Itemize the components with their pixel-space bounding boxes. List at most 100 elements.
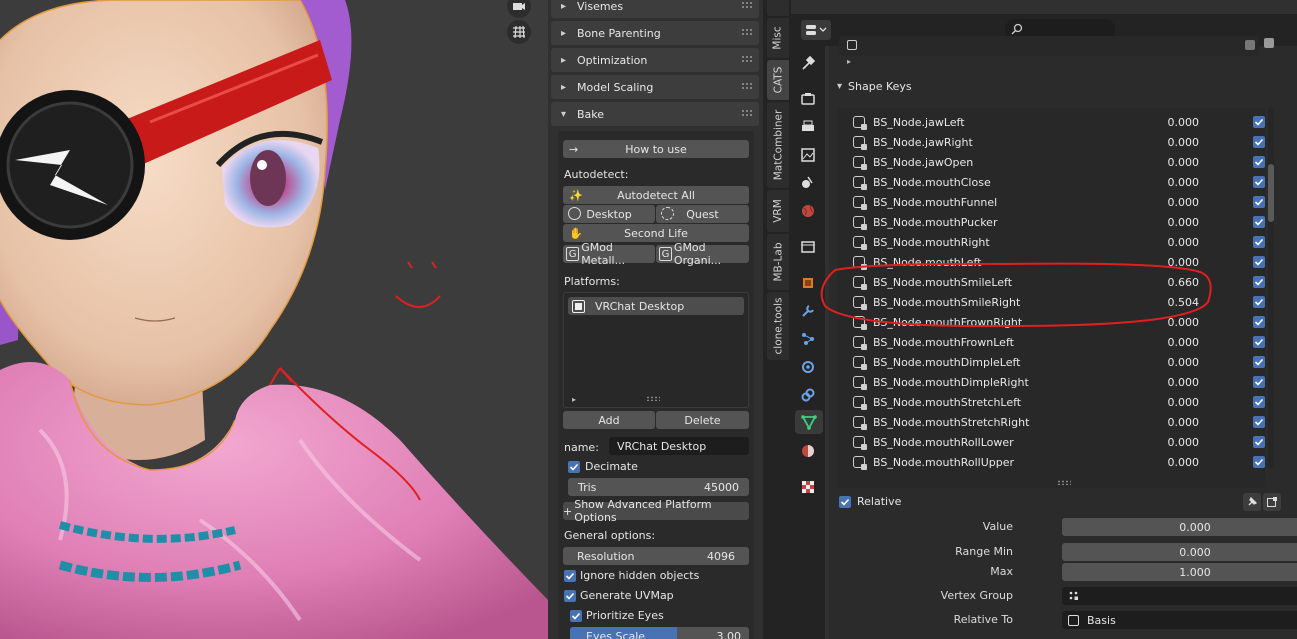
scene-tab[interactable] bbox=[799, 174, 817, 192]
tab-cats[interactable]: CATS bbox=[767, 60, 789, 100]
view-layer-tab[interactable] bbox=[799, 146, 817, 164]
shape-key-value[interactable]: 0.000 bbox=[1151, 136, 1200, 149]
shape-key-value[interactable]: 0.000 bbox=[1151, 456, 1200, 469]
tab-mb-lab[interactable]: MB-Lab bbox=[767, 234, 789, 290]
shape-key-mute-checkbox[interactable] bbox=[1253, 436, 1265, 448]
expand-arrow-icon[interactable]: ▸ bbox=[572, 395, 576, 404]
shape-key-mute-checkbox[interactable] bbox=[1253, 396, 1265, 408]
shape-key-mute-checkbox[interactable] bbox=[1253, 156, 1265, 168]
shape-key-row[interactable]: BS_Node.mouthFunnel 0.000 bbox=[853, 192, 1267, 212]
texture-tab[interactable] bbox=[799, 478, 817, 496]
shape-key-value[interactable]: 0.000 bbox=[1151, 376, 1200, 389]
shape-key-value[interactable]: 0.000 bbox=[1151, 216, 1200, 229]
shape-key-row[interactable]: BS_Node.jawOpen 0.000 bbox=[853, 152, 1267, 172]
shape-key-mute-checkbox[interactable] bbox=[1253, 216, 1265, 228]
relative-checkbox[interactable] bbox=[839, 496, 851, 508]
shape-key-value[interactable]: 0.000 bbox=[1151, 436, 1200, 449]
shape-key-row[interactable]: BS_Node.mouthSmileLeft 0.660 bbox=[853, 272, 1267, 292]
edit-mode-shape-button[interactable] bbox=[1263, 493, 1281, 511]
shape-key-mute-checkbox[interactable] bbox=[1253, 316, 1265, 328]
shape-key-mute-checkbox[interactable] bbox=[1253, 336, 1265, 348]
shape-key-row[interactable]: BS_Node.mouthDimpleLeft 0.000 bbox=[853, 352, 1267, 372]
drag-handle-icon[interactable] bbox=[741, 1, 753, 9]
shape-key-row[interactable]: BS_Node.mouthRight 0.000 bbox=[853, 232, 1267, 252]
section-bone-parenting[interactable]: ▸ Bone Parenting bbox=[551, 21, 759, 45]
gmod-organic-button[interactable]: G GMod Organi... bbox=[656, 241, 749, 267]
shape-key-value[interactable]: 0.000 bbox=[1151, 356, 1200, 369]
tab-matcombiner[interactable]: MatCombiner bbox=[767, 102, 789, 188]
3d-viewport[interactable] bbox=[0, 0, 548, 639]
shape-key-row[interactable]: BS_Node.mouthLeft 0.000 bbox=[853, 252, 1267, 272]
shape-key-row[interactable]: BS_Node.mouthFrownRight 0.000 bbox=[853, 312, 1267, 332]
section-bake[interactable]: ▾ Bake bbox=[551, 102, 759, 126]
tab-misc[interactable]: Misc bbox=[767, 18, 789, 58]
platform-item[interactable]: VRChat Desktop bbox=[568, 297, 744, 315]
quest-button[interactable]: Quest bbox=[656, 205, 749, 223]
shape-key-mute-checkbox[interactable] bbox=[1253, 456, 1265, 468]
modifiers-tab[interactable] bbox=[799, 302, 817, 320]
constraints-tab[interactable] bbox=[799, 386, 817, 404]
resolution-field[interactable]: Resolution 4096 bbox=[563, 547, 749, 565]
value-field[interactable]: 0.000 bbox=[1062, 518, 1297, 536]
tris-field[interactable]: Tris 45000 bbox=[568, 478, 749, 496]
section-visemes[interactable]: ▸ Visemes bbox=[551, 0, 759, 18]
shape-key-mute-checkbox[interactable] bbox=[1253, 256, 1265, 268]
platform-name-input[interactable]: VRChat Desktop bbox=[609, 437, 749, 455]
list-menu-button[interactable] bbox=[1264, 38, 1274, 48]
delete-platform-button[interactable]: Delete bbox=[656, 411, 749, 429]
add-platform-button[interactable]: Add bbox=[563, 411, 655, 429]
drag-handle-icon[interactable] bbox=[741, 55, 753, 63]
vertex-group-field[interactable] bbox=[1062, 587, 1297, 605]
shape-key-value[interactable]: 0.000 bbox=[1151, 196, 1200, 209]
shape-key-row[interactable]: BS_Node.mouthRollLower 0.000 bbox=[853, 432, 1267, 452]
shape-key-value[interactable]: 0.504 bbox=[1151, 296, 1200, 309]
shape-keys-list[interactable]: BS_Node.jawLeft 0.000 BS_Node.jawRight 0.00… bbox=[837, 108, 1265, 488]
shape-key-mute-checkbox[interactable] bbox=[1253, 416, 1265, 428]
shape-key-value[interactable]: 0.660 bbox=[1151, 276, 1200, 289]
shape-key-row[interactable]: BS_Node.jawLeft 0.000 bbox=[853, 112, 1267, 132]
shape-key-value[interactable]: 0.000 bbox=[1151, 256, 1200, 269]
shape-key-mute-checkbox[interactable] bbox=[1253, 276, 1265, 288]
how-to-use-button[interactable]: → How to use bbox=[563, 140, 749, 158]
shape-key-mute-checkbox[interactable] bbox=[1253, 236, 1265, 248]
resize-grip-icon[interactable] bbox=[646, 396, 660, 401]
prioritize-eyes-checkbox[interactable] bbox=[570, 610, 582, 622]
section-optimization[interactable]: ▸ Optimization bbox=[551, 48, 759, 72]
resize-grip-icon[interactable] bbox=[1057, 480, 1071, 485]
shape-key-mute-checkbox[interactable] bbox=[1253, 116, 1265, 128]
pin-shape-key-button[interactable] bbox=[1243, 493, 1261, 511]
render-tab[interactable] bbox=[799, 90, 817, 108]
max-field[interactable]: 1.000 bbox=[1062, 563, 1297, 581]
second-life-button[interactable]: ✋ Second Life bbox=[563, 224, 749, 242]
shape-key-value[interactable]: 0.000 bbox=[1151, 336, 1200, 349]
drag-handle-icon[interactable] bbox=[741, 28, 753, 36]
shape-key-mute-checkbox[interactable] bbox=[1253, 376, 1265, 388]
shape-keys-header[interactable]: ▾ Shape Keys bbox=[829, 74, 1297, 98]
shape-key-row[interactable]: BS_Node.mouthDimpleRight 0.000 bbox=[853, 372, 1267, 392]
vertex-groups-list-partial[interactable]: ▸ bbox=[839, 36, 1259, 66]
range-min-field[interactable]: 0.000 bbox=[1062, 543, 1297, 561]
platforms-list[interactable]: VRChat Desktop ▸ bbox=[563, 292, 749, 408]
collection-tab[interactable] bbox=[799, 238, 817, 256]
shape-key-value[interactable]: 0.000 bbox=[1151, 116, 1200, 129]
shape-key-row[interactable]: BS_Node.mouthFrownLeft 0.000 bbox=[853, 332, 1267, 352]
section-model-scaling[interactable]: ▸ Model Scaling bbox=[551, 75, 759, 99]
tab-clone-tools[interactable]: clone.tools bbox=[767, 292, 789, 360]
shape-key-value[interactable]: 0.000 bbox=[1151, 316, 1200, 329]
shape-key-mute-checkbox[interactable] bbox=[1253, 136, 1265, 148]
output-tab[interactable] bbox=[799, 118, 817, 136]
shape-key-mute-checkbox[interactable] bbox=[1253, 196, 1265, 208]
shape-key-row[interactable]: BS_Node.mouthStretchRight 0.000 bbox=[853, 412, 1267, 432]
shape-key-value[interactable]: 0.000 bbox=[1151, 176, 1200, 189]
shape-key-row[interactable]: BS_Node.mouthRollUpper 0.000 bbox=[853, 452, 1267, 472]
ignore-hidden-checkbox[interactable] bbox=[564, 570, 576, 582]
shape-key-row[interactable]: BS_Node.mouthStretchLeft 0.000 bbox=[853, 392, 1267, 412]
tab-misc-partial[interactable] bbox=[767, 0, 789, 16]
world-tab[interactable] bbox=[799, 202, 817, 220]
eyes-scale-slider[interactable]: Eyes Scale 3.00 bbox=[570, 627, 749, 639]
shape-key-row[interactable]: BS_Node.mouthClose 0.000 bbox=[853, 172, 1267, 192]
object-tab[interactable] bbox=[799, 274, 817, 292]
shape-keys-scrollbar[interactable] bbox=[1268, 108, 1274, 468]
shape-key-mute-checkbox[interactable] bbox=[1253, 296, 1265, 308]
desktop-button[interactable]: Desktop bbox=[563, 205, 655, 223]
